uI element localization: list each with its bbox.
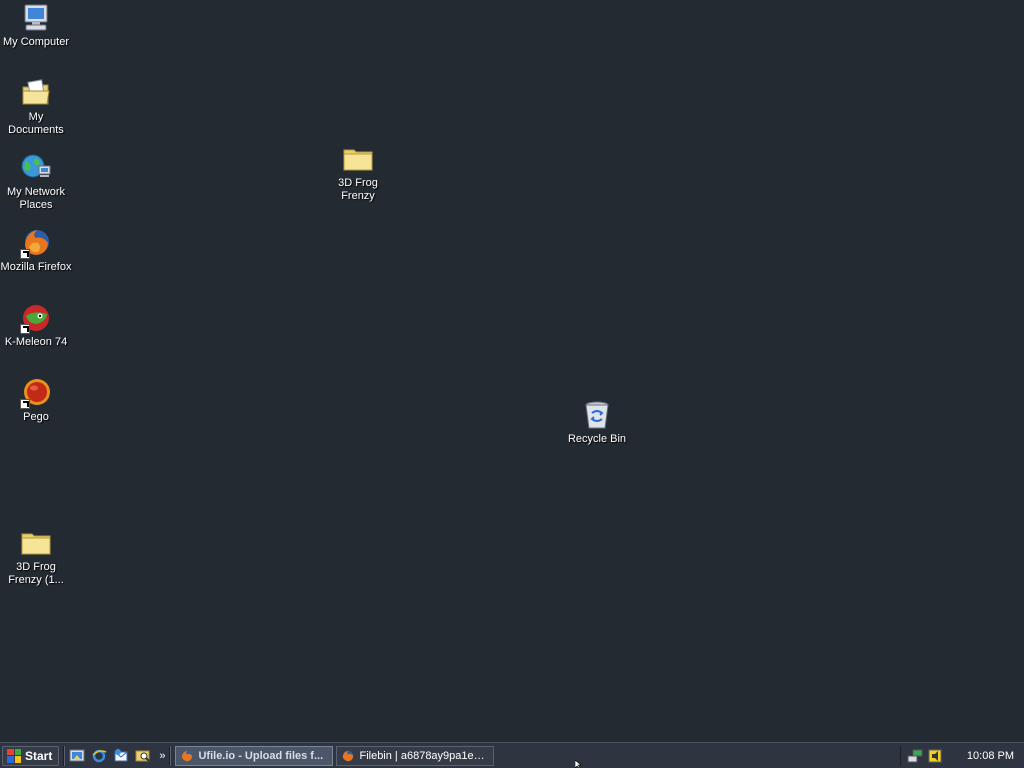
documents-folder-icon [20, 77, 52, 109]
taskbar-separator [169, 745, 172, 766]
outlook-express-icon[interactable] [113, 748, 129, 764]
start-button[interactable]: Start [2, 745, 60, 766]
desktop-icon-mozilla-firefox[interactable]: Mozilla Firefox [0, 227, 74, 274]
taskbar-button-label: Filebin | a6878ay9pa1eeg... [359, 749, 490, 762]
computer-icon [20, 2, 52, 34]
taskbar-clock[interactable]: 10:08 PM [967, 750, 1014, 762]
taskbar-button-filebin[interactable]: Filebin | a6878ay9pa1eeg... [336, 745, 495, 766]
desktop-icon-label: My Network Places [6, 186, 66, 211]
desktop-icon-my-documents[interactable]: My Documents [0, 77, 74, 137]
pego-icon [20, 377, 52, 409]
shortcut-arrow-icon [20, 399, 30, 409]
desktop-icon-k-meleon[interactable]: K-Meleon 74 [0, 302, 74, 349]
desktop-icon-label: Mozilla Firefox [0, 261, 72, 273]
desktop-icon-label: 3D Frog Frenzy [338, 177, 378, 202]
windows-flag-icon [7, 748, 21, 763]
system-tray: 10:08 PM [899, 745, 1024, 766]
desktop-icon-my-computer[interactable]: My Computer [0, 2, 74, 49]
mouse-cursor-icon [575, 760, 582, 768]
desktop-icon-pego[interactable]: Pego [0, 377, 74, 424]
desktop-icon-3d-frog-frenzy-1[interactable]: 3D Frog Frenzy (1... [0, 527, 74, 587]
desktop[interactable]: My Computer My Documents My Network Plac… [0, 0, 1024, 742]
recycle-bin-icon [581, 399, 613, 431]
taskbar-separator [63, 745, 66, 766]
search-icon[interactable] [135, 748, 151, 764]
desktop-icon-label: My Documents [8, 111, 64, 136]
start-label: Start [25, 748, 53, 763]
quick-launch-bar: » [69, 748, 165, 764]
taskbar-button-ufile[interactable]: Ufile.io - Upload files f... [175, 745, 334, 766]
quick-launch-more-button[interactable]: » [159, 750, 165, 762]
folder-icon [20, 527, 52, 559]
network-places-icon [20, 152, 52, 184]
desktop-icon-3d-frog-frenzy[interactable]: 3D Frog Frenzy [320, 143, 396, 203]
shortcut-arrow-icon [20, 324, 30, 334]
firefox-icon [180, 749, 194, 763]
desktop-icon-label: 3D Frog Frenzy (1... [8, 561, 64, 586]
desktop-icon-label: K-Meleon 74 [4, 336, 68, 348]
desktop-icon-label: Pego [23, 411, 49, 423]
desktop-icon-label: Recycle Bin [567, 433, 627, 445]
network-connection-icon[interactable] [907, 748, 923, 764]
taskbar: Start » Ufile.io - Upload files f... Fil… [0, 742, 1024, 768]
firefox-icon [341, 749, 355, 763]
internet-explorer-icon[interactable] [91, 748, 107, 764]
show-desktop-icon[interactable] [69, 748, 85, 764]
k-meleon-icon [20, 302, 52, 334]
taskbar-button-label: Ufile.io - Upload files f... [198, 749, 324, 762]
volume-icon[interactable] [927, 748, 943, 764]
firefox-icon [20, 227, 52, 259]
desktop-icon-my-network-places[interactable]: My Network Places [0, 152, 74, 212]
shortcut-arrow-icon [20, 249, 30, 259]
desktop-icon-label: My Computer [2, 36, 70, 48]
folder-icon [342, 143, 374, 175]
desktop-icon-recycle-bin[interactable]: Recycle Bin [559, 399, 635, 446]
